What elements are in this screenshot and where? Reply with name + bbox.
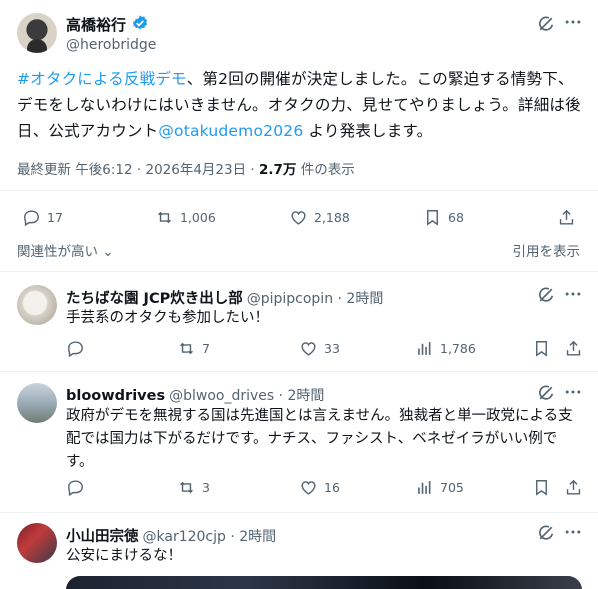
author-handle[interactable]: @herobridge (66, 37, 156, 53)
share-button[interactable] (557, 208, 582, 227)
post-meta: 最終更新 午後6:12 · 2026年4月23日 · 2.7万 件の表示 (17, 158, 355, 178)
more-options-icon[interactable] (563, 284, 583, 304)
like-icon (299, 339, 318, 358)
reply-handle: @pipipcopin · 2時間 (246, 291, 384, 307)
repost-count: 1,006 (180, 210, 216, 225)
reply-text: 手芸系のオタクも参加したい！ (66, 310, 269, 326)
bookmark-icon (532, 478, 551, 497)
reply-media-image[interactable] (66, 576, 582, 589)
sort-label: 関連性が高い (17, 244, 98, 260)
like-count: 2,188 (314, 210, 350, 225)
reply-author[interactable]: 小山田宗徳 @kar120cjp · 2時間 (66, 525, 276, 546)
share-button[interactable] (564, 478, 589, 497)
repost-count: 3 (202, 480, 210, 495)
share-icon (564, 339, 583, 358)
reply-text: 政府がデモを無視する国は先進国とは言えません。独裁者と単一政党による支配では国力… (66, 408, 573, 470)
reply-icon (66, 339, 85, 358)
view-suffix: 件の表示 (296, 162, 355, 178)
reply-author-name: bloowdrives (66, 388, 166, 404)
like-button[interactable]: 33 (299, 339, 340, 358)
grok-icon[interactable] (536, 285, 556, 305)
like-button[interactable]: 2,188 (289, 208, 350, 227)
post-timestamp[interactable]: 最終更新 午後6:12 · 2026年4月23日 · (17, 162, 259, 178)
like-button[interactable]: 16 (299, 478, 340, 497)
author-name[interactable]: 高橋裕行 (66, 14, 126, 35)
views-icon (415, 478, 434, 497)
author-avatar[interactable] (17, 13, 57, 53)
reply-post: bloowdrives @blwoo_drives · 2時間 政府がデモを無視す… (0, 372, 598, 513)
reply-handle: @blwoo_drives · 2時間 (169, 388, 325, 404)
like-icon (289, 208, 308, 227)
views-count: 705 (440, 480, 464, 495)
reply-actions: 3 16 705 (66, 478, 584, 500)
reply-text: 公安にまけるな！ (66, 548, 182, 564)
more-options-icon[interactable] (563, 382, 583, 402)
reply-author-name: 小山田宗徳 (66, 529, 139, 545)
bookmark-icon (423, 208, 442, 227)
share-icon (557, 208, 576, 227)
grok-icon[interactable] (536, 383, 556, 403)
reply-actions: 7 33 1,786 (66, 339, 584, 361)
more-options-icon[interactable] (563, 12, 583, 32)
post-text: #オタクによる反戦デモ、第2回の開催が決定しました。この緊迫する情勢下、デモをし… (17, 66, 582, 144)
like-count: 33 (324, 341, 340, 356)
bookmark-button[interactable]: 68 (423, 208, 464, 227)
repost-icon (177, 339, 196, 358)
chevron-down-icon: ⌄ (98, 244, 114, 260)
reply-avatar[interactable] (17, 285, 57, 325)
views-button[interactable]: 1,786 (415, 339, 476, 358)
view-count: 2.7万 (258, 162, 297, 178)
divider (0, 190, 598, 191)
reply-author[interactable]: bloowdrives @blwoo_drives · 2時間 (66, 385, 324, 405)
reply-button[interactable] (66, 478, 91, 497)
repost-button[interactable]: 1,006 (155, 208, 216, 227)
view-quotes-link[interactable]: 引用を表示 (513, 240, 581, 260)
reply-avatar[interactable] (17, 523, 57, 563)
mention-link[interactable]: @otakudemo2026 (158, 122, 303, 140)
reply-count: 17 (47, 210, 63, 225)
share-button[interactable] (564, 339, 589, 358)
views-icon (415, 339, 434, 358)
reply-button[interactable]: 17 (22, 208, 63, 227)
hashtag-link[interactable]: #オタクによる反戦デモ (17, 70, 187, 88)
reply-avatar[interactable] (17, 383, 57, 423)
bookmark-button[interactable] (532, 339, 557, 358)
bookmark-icon (532, 339, 551, 358)
repost-count: 7 (202, 341, 210, 356)
like-count: 16 (324, 480, 340, 495)
share-icon (564, 478, 583, 497)
sort-relevance-dropdown[interactable]: 関連性が高い ⌄ (17, 240, 114, 260)
repost-button[interactable]: 7 (177, 339, 210, 358)
bookmark-button[interactable] (532, 478, 557, 497)
post-tail-text: より発表します。 (303, 122, 433, 140)
reply-icon (66, 478, 85, 497)
grok-icon[interactable] (536, 523, 556, 543)
views-button[interactable]: 705 (415, 478, 464, 497)
verified-badge-icon (132, 15, 148, 30)
reply-button[interactable] (66, 339, 91, 358)
reply-post: たちばな園 JCP炊き出し部 @pipipcopin · 2時間 手芸系のオタクも… (0, 272, 598, 372)
reply-author-name: たちばな園 JCP炊き出し部 (66, 291, 243, 307)
views-count: 1,786 (440, 341, 476, 356)
reply-handle: @kar120cjp · 2時間 (142, 529, 277, 545)
bookmark-count: 68 (448, 210, 464, 225)
repost-button[interactable]: 3 (177, 478, 210, 497)
reply-author[interactable]: たちばな園 JCP炊き出し部 @pipipcopin · 2時間 (66, 287, 383, 308)
reply-icon (22, 208, 41, 227)
grok-icon[interactable] (536, 14, 556, 34)
main-post: 高橋裕行 @herobridge #オタクによる反戦デモ、第2回の開催が決定しま… (0, 0, 598, 272)
repost-icon (155, 208, 174, 227)
more-options-icon[interactable] (563, 522, 583, 542)
repost-icon (177, 478, 196, 497)
like-icon (299, 478, 318, 497)
